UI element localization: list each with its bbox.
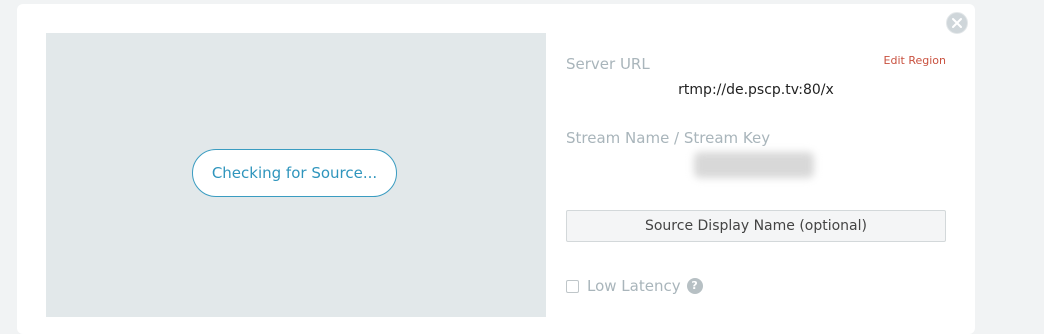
help-icon[interactable]: ? xyxy=(686,278,703,294)
close-icon xyxy=(952,18,962,28)
low-latency-option: Low Latency ? xyxy=(566,276,703,296)
close-button[interactable] xyxy=(946,12,968,34)
low-latency-label: Low Latency xyxy=(587,277,681,295)
source-display-name-input[interactable] xyxy=(566,210,946,242)
server-url-label: Server URL xyxy=(566,55,650,73)
server-url-value[interactable]: rtmp://de.pscp.tv:80/x xyxy=(566,82,946,98)
stream-key-label: Stream Name / Stream Key xyxy=(566,129,771,147)
source-preview: Checking for Source... xyxy=(46,33,546,317)
stream-source-dialog: Checking for Source... Server URL Edit R… xyxy=(17,4,975,334)
low-latency-checkbox[interactable] xyxy=(566,279,579,293)
checking-for-source-button[interactable]: Checking for Source... xyxy=(192,149,397,197)
stream-key-value-blurred[interactable] xyxy=(694,152,814,178)
edit-region-link[interactable]: Edit Region xyxy=(884,54,946,67)
